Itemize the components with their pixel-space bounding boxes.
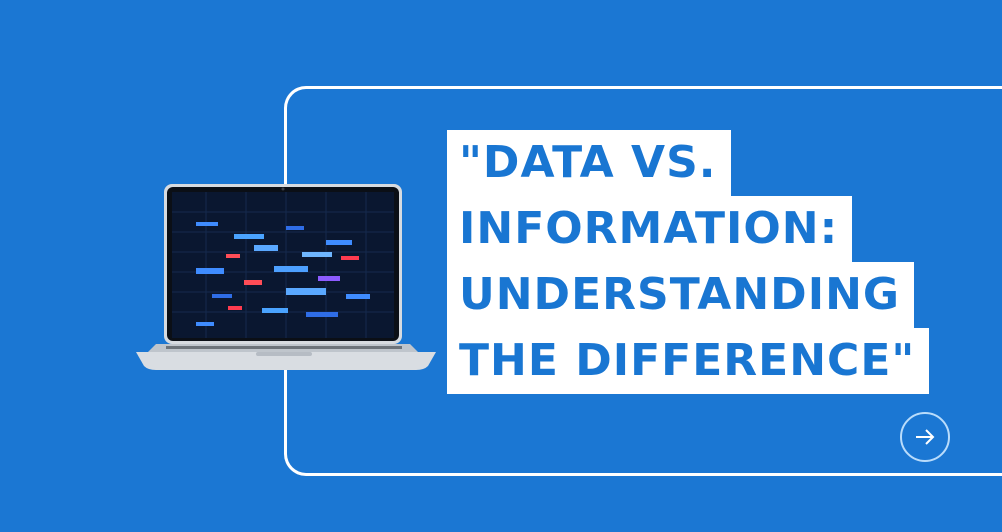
headline-block: "DATA VS. INFORMATION: UNDERSTANDING THE… [447,130,930,394]
laptop-icon [136,184,436,370]
headline-line-4: THE DIFFERENCE" [447,328,930,394]
headline-line-3: UNDERSTANDING [447,262,915,328]
next-arrow-button[interactable] [900,412,950,462]
headline-line-1: "DATA VS. [447,130,731,196]
slide-canvas: "DATA VS. INFORMATION: UNDERSTANDING THE… [0,0,1002,532]
arrow-right-icon [916,429,935,445]
headline-line-2: INFORMATION: [447,196,853,262]
